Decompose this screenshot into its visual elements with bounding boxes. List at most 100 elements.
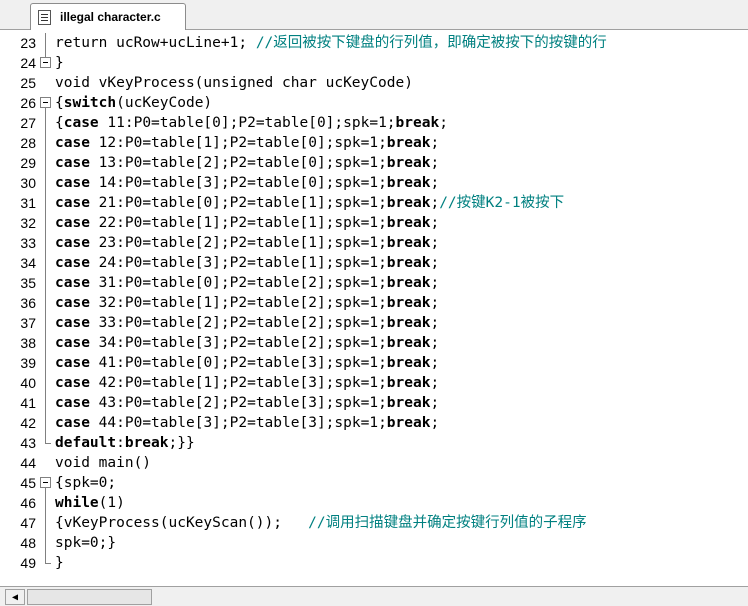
code-line[interactable]: 23 return ucRow+ucLine+1; //返回被按下键盘的行列值，即… [0,33,748,53]
code-number: 2 [308,315,317,331]
line-number: 32 [20,215,36,231]
code-line[interactable]: 28 case 12:P0=table[1];P2=table[0];spk=1;… [0,133,748,153]
code-keyword: break [386,275,431,291]
code-token: ;}} [168,435,195,451]
code-token: ; [378,275,387,291]
code-text: {spk=0; [55,473,116,493]
code-line[interactable]: 46 while(1) [0,493,748,513]
fold-guide-line [40,513,51,533]
code-line[interactable]: 39 case 41:P0=table[0];P2=table[3];spk=1;… [0,353,748,373]
code-line[interactable]: 38 case 34:P0=table[3];P2=table[2];spk=1;… [0,333,748,353]
code-number: 1 [308,235,317,251]
code-token: :P0=table[ [116,275,204,291]
code-number: 1 [203,375,213,391]
code-line[interactable]: 37 case 33:P0=table[2];P2=table[2];spk=1;… [0,313,748,333]
code-number: 33 [98,315,117,331]
code-number: 1 [369,235,379,251]
fold-guide-line [40,333,51,353]
code-number: 2 [203,235,213,251]
code-number: 32 [98,295,117,311]
fold-guide-line [40,373,51,393]
code-line[interactable]: 40 case 42:P0=table[1];P2=table[3];spk=1;… [0,373,748,393]
code-line[interactable]: 34 case 24:P0=table[3];P2=table[1];spk=1;… [0,253,748,273]
code-line[interactable]: 47 {vKeyProcess(ucKeyScan()); //调用扫描键盘并确定… [0,513,748,533]
code-text: case 43:P0=table[2];P2=table[3];spk=1;br… [55,393,439,413]
code-token: ];P2=table[ [212,135,309,151]
code-token: :P0=table[ [116,335,204,351]
code-token: ; [430,155,440,171]
code-token: ];P2=table[ [212,155,309,171]
code-token: ; [430,355,440,371]
code-line[interactable]: 36 case 32:P0=table[1];P2=table[2];spk=1;… [0,293,748,313]
code-line[interactable]: 25 void vKeyProcess(unsigned char ucKeyCo… [0,73,748,93]
code-token: ; [430,375,440,391]
file-tab[interactable]: illegal character.c [30,3,186,30]
line-number: 39 [20,355,36,371]
code-comment: //返回被按下键盘的行列值，即确定被按下的按键的行 [255,35,607,51]
code-number: 3 [203,415,213,431]
code-line[interactable]: 27 {case 11:P0=table[0];P2=table[0];spk=1… [0,113,748,133]
code-token: ];P2=table[ [212,395,309,411]
line-number: 43 [20,435,36,451]
code-number: 44 [98,415,117,431]
code-line[interactable]: 31 case 21:P0=table[0];P2=table[1];spk=1;… [0,193,748,213]
code-line[interactable]: 45 {spk=0; [0,473,748,493]
code-token: ) [116,495,125,511]
line-number: 49 [20,555,36,571]
code-keyword: break [386,175,431,191]
code-number: 41 [98,355,117,371]
line-number: 47 [20,515,36,531]
scroll-thumb[interactable] [27,589,152,605]
code-line[interactable]: 32 case 22:P0=table[1];P2=table[1];spk=1;… [0,213,748,233]
code-token: ; [430,275,440,291]
scroll-left-button[interactable]: ◀ [5,589,25,605]
code-keyword: break [386,235,431,251]
code-editor[interactable]: 23 return ucRow+ucLine+1; //返回被按下键盘的行列值，即… [0,31,748,586]
line-number: 23 [20,35,36,51]
code-number: 3 [308,415,317,431]
code-text: case 24:P0=table[3];P2=table[1];spk=1;br… [55,253,439,273]
code-keyword: case [55,135,90,151]
line-number: 33 [20,235,36,251]
code-token: } [55,555,64,571]
fold-collapse-icon[interactable] [40,473,51,493]
code-token: ; [430,195,440,211]
code-line[interactable]: 42 case 44:P0=table[3];P2=table[3];spk=1;… [0,413,748,433]
code-line[interactable]: 29 case 13:P0=table[2];P2=table[0];spk=1;… [0,153,748,173]
code-keyword: case [55,235,90,251]
code-token: ];spk= [316,195,370,211]
code-line[interactable]: 41 case 43:P0=table[2];P2=table[3];spk=1;… [0,393,748,413]
code-number: 21 [98,195,117,211]
fold-collapse-icon[interactable] [40,53,51,73]
code-number: 0 [316,115,326,131]
code-text: spk=0;} [55,533,116,553]
code-number: 1 [369,355,379,371]
code-number: 0 [212,115,221,131]
code-number: 3 [203,255,213,271]
code-number: 1 [369,175,379,191]
code-token: ; [378,355,387,371]
horizontal-scrollbar[interactable]: ◀ [0,586,748,606]
code-number: 1 [369,315,379,331]
code-comment: //按键K2-1被按下 [439,195,565,211]
code-token: ; [430,335,440,351]
code-line[interactable]: 24} [0,53,748,73]
code-line[interactable]: 49} [0,553,748,573]
code-token: ; [378,155,387,171]
code-line[interactable]: 43 default:break;}} [0,433,748,453]
code-token: ];spk= [316,275,370,291]
code-number: 2 [203,315,213,331]
code-line[interactable]: 30 case 14:P0=table[3];P2=table[0];spk=1;… [0,173,748,193]
line-number: 35 [20,275,36,291]
code-keyword: case [55,175,90,191]
code-line[interactable]: 48 spk=0;} [0,533,748,553]
code-line[interactable]: 44 void main() [0,453,748,473]
fold-collapse-icon[interactable] [40,93,51,113]
code-line[interactable]: 26 {switch(ucKeyCode) [0,93,748,113]
code-line[interactable]: 35 case 31:P0=table[0];P2=table[2];spk=1;… [0,273,748,293]
code-token: ];P2=table[ [220,115,317,131]
code-token: ; [378,295,387,311]
code-line[interactable]: 33 case 23:P0=table[2];P2=table[1];spk=1;… [0,233,748,253]
fold-guide-line [40,273,51,293]
